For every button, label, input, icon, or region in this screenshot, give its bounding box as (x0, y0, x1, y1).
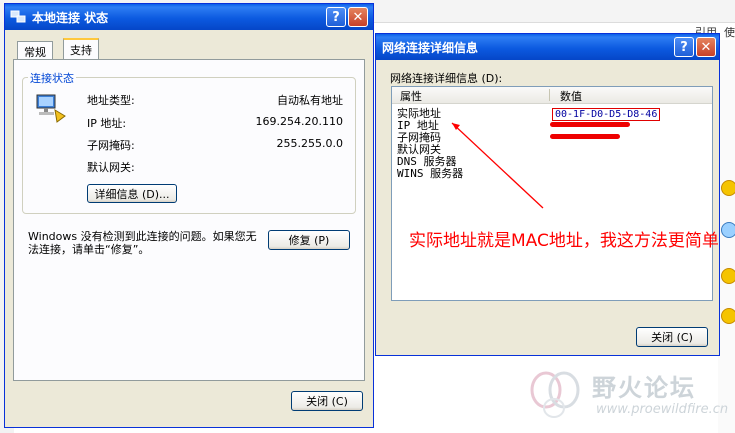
annotation-arrow (451, 122, 544, 209)
